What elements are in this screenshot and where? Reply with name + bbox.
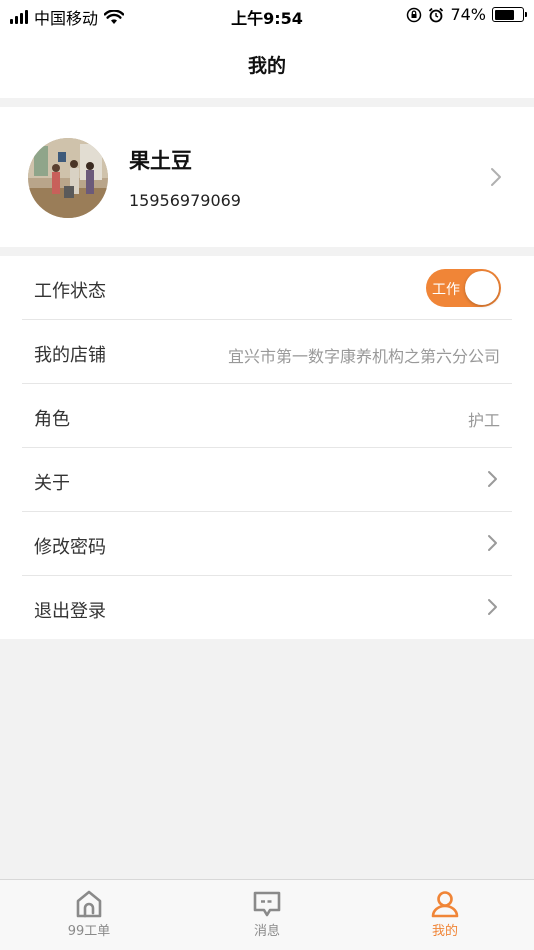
settings-list: 工作状态 工作 我的店铺 宜兴市第一数字康养机构之第六分公司 角色 护工 关于 … (0, 256, 534, 639)
role-label: 角色 (34, 409, 70, 430)
row-logout[interactable]: 退出登录 (0, 576, 534, 640)
status-bar: 中国移动 上午9:54 74% (0, 0, 534, 30)
store-value: 宜兴市第一数字康养机构之第六分公司 (227, 347, 500, 366)
home-icon (76, 890, 102, 918)
person-icon (431, 891, 459, 918)
profile-card[interactable]: 果土豆 15956979069 (0, 107, 534, 247)
row-role: 角色 护工 (0, 384, 534, 448)
toggle-text: 工作 (432, 282, 460, 298)
message-icon (253, 891, 281, 917)
profile-phone: 15956979069 (129, 191, 241, 210)
chevron-right-icon (488, 599, 497, 615)
chevron-right-icon (491, 168, 501, 186)
battery-fill (494, 9, 515, 20)
about-label: 关于 (34, 473, 70, 494)
tab-messages[interactable]: 消息 (178, 880, 356, 950)
change-password-label: 修改密码 (34, 537, 106, 558)
tab-bar: 99工单 消息 我的 (0, 879, 534, 950)
battery-icon (492, 7, 527, 22)
tab-label: 消息 (253, 924, 280, 939)
avatar (28, 138, 108, 218)
toggle-knob (465, 271, 499, 305)
profile-name: 果土豆 (129, 149, 192, 173)
row-change-password[interactable]: 修改密码 (0, 512, 534, 576)
row-work-status: 工作状态 工作 (0, 256, 534, 320)
work-status-toggle[interactable]: 工作 (426, 269, 501, 307)
battery-percent: 74% (450, 5, 486, 24)
store-label: 我的店铺 (34, 345, 106, 366)
role-value: 护工 (467, 411, 500, 430)
tab-work-orders[interactable]: 99工单 (0, 880, 178, 950)
chevron-right-icon (488, 535, 497, 551)
tab-label: 我的 (431, 924, 458, 939)
logout-label: 退出登录 (34, 601, 106, 622)
work-status-label: 工作状态 (34, 281, 106, 302)
chevron-right-icon (488, 471, 497, 487)
tab-label: 99工单 (67, 924, 111, 939)
row-about[interactable]: 关于 (0, 448, 534, 512)
tab-mine[interactable]: 我的 (356, 880, 534, 950)
page-title: 我的 (247, 54, 286, 77)
row-my-store[interactable]: 我的店铺 宜兴市第一数字康养机构之第六分公司 (0, 320, 534, 384)
alarm-icon (429, 7, 444, 22)
nav-bar: 我的 (0, 30, 534, 98)
rotation-lock-icon (407, 7, 422, 22)
status-right: 74% (406, 5, 527, 24)
